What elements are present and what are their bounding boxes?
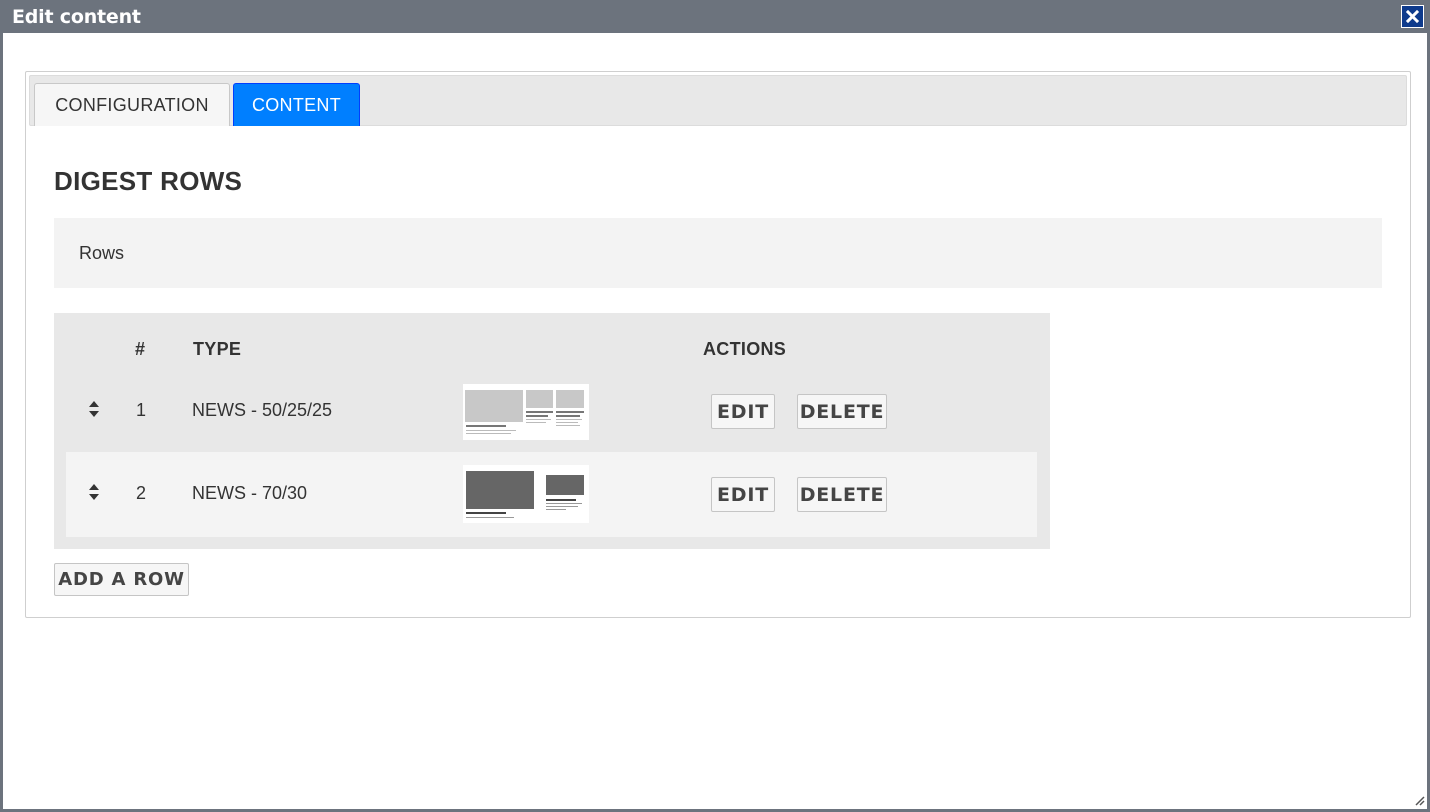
row-type: NEWS - 50/25/25 bbox=[192, 400, 333, 420]
tab-bar: CONFIGURATION CONTENT bbox=[29, 75, 1407, 126]
row-number: 2 bbox=[136, 483, 147, 503]
rows-label: Rows bbox=[79, 243, 125, 263]
column-header-type: TYPE bbox=[193, 339, 242, 359]
delete-button[interactable]: DELETE bbox=[797, 477, 887, 512]
delete-button[interactable]: DELETE bbox=[797, 394, 887, 429]
edit-button[interactable]: EDIT bbox=[711, 477, 775, 512]
section-title: DIGEST ROWS bbox=[54, 166, 243, 196]
layout-thumbnail-50-25-25 bbox=[463, 384, 589, 440]
layout-thumbnail-70-30 bbox=[463, 465, 589, 523]
digest-rows-table: # TYPE ACTIONS 1 NEWS - 50/25/25 EDIT DE… bbox=[54, 313, 1050, 549]
dialog-title: Edit content bbox=[12, 6, 141, 28]
tab-configuration[interactable]: CONFIGURATION bbox=[34, 83, 230, 126]
edit-content-dialog: Edit content CONFIGURATION CONTENT DIGES… bbox=[0, 0, 1430, 812]
edit-button[interactable]: EDIT bbox=[711, 394, 775, 429]
table-row: 2 NEWS - 70/30 EDIT DELETE bbox=[66, 452, 1037, 537]
add-row-button[interactable]: ADD A ROW bbox=[54, 563, 189, 596]
tab-content[interactable]: CONTENT bbox=[233, 83, 360, 126]
column-header-actions: ACTIONS bbox=[703, 339, 787, 359]
sort-arrows-icon bbox=[89, 484, 99, 500]
content-panel: CONFIGURATION CONTENT DIGEST ROWS Rows #… bbox=[25, 71, 1411, 618]
close-icon bbox=[1406, 10, 1419, 23]
sort-arrows-icon bbox=[89, 401, 99, 417]
rows-fieldset: Rows bbox=[54, 218, 1382, 288]
table-row: 1 NEWS - 50/25/25 EDIT DELETE bbox=[66, 369, 1037, 454]
drag-handle[interactable] bbox=[86, 482, 102, 502]
column-header-number: # bbox=[135, 339, 146, 359]
resize-grip-icon[interactable] bbox=[1414, 793, 1425, 806]
drag-handle[interactable] bbox=[86, 399, 102, 419]
row-type: NEWS - 70/30 bbox=[192, 483, 308, 503]
close-button[interactable] bbox=[1401, 5, 1424, 28]
dialog-titlebar[interactable]: Edit content bbox=[3, 0, 1430, 33]
row-number: 1 bbox=[136, 400, 147, 420]
